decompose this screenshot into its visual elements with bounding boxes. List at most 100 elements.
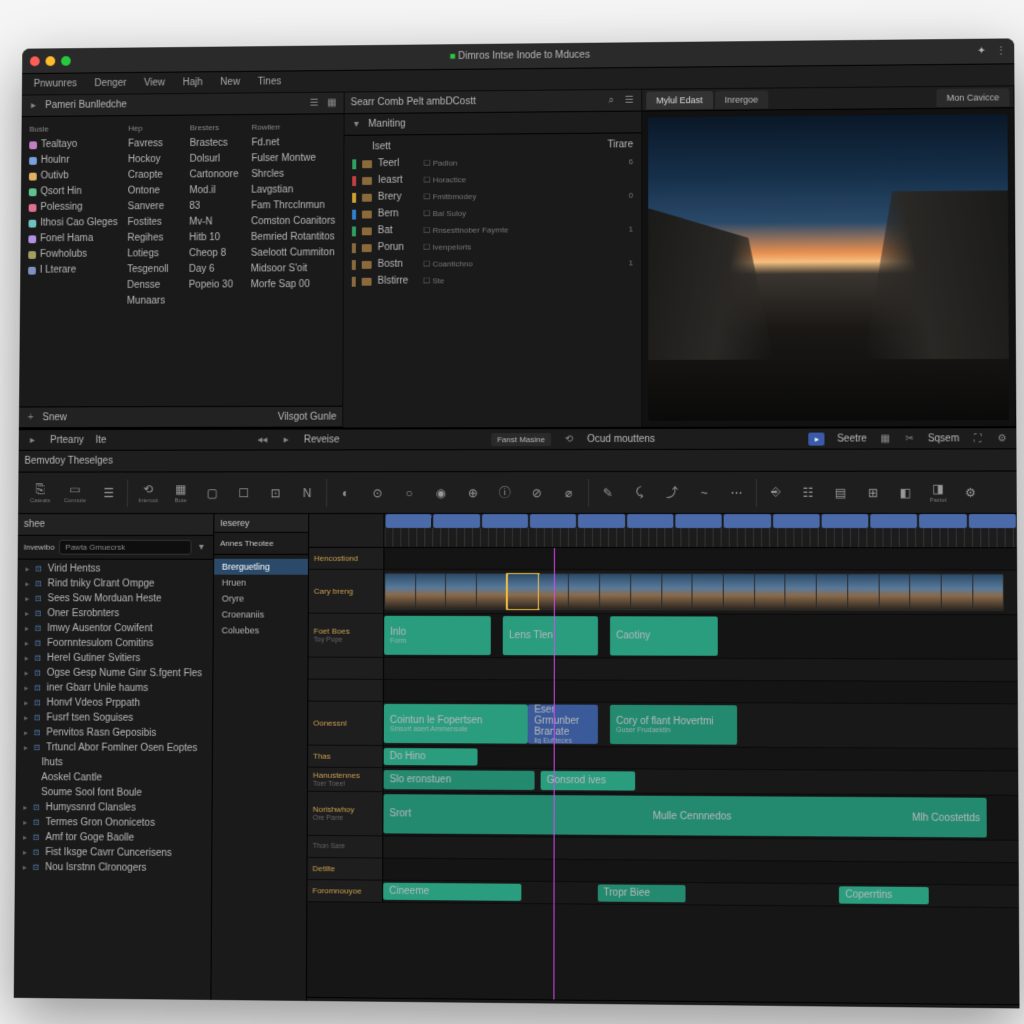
browser-item[interactable]: Fowholubs [24,248,121,261]
browser-item[interactable]: Qsort Hin [25,185,122,198]
tool-button[interactable]: ☐ [231,483,257,503]
project-item[interactable]: Porun☐ Ivenpelorts [348,239,637,256]
browser-item[interactable]: Brastecs [186,137,246,150]
search-input[interactable]: Pawta Gmuecrsk [58,540,191,555]
browser-item[interactable]: Fonel Hama [24,232,121,245]
browser-item[interactable]: Midsoor S'oit [247,262,339,275]
track-header[interactable] [308,658,384,679]
browser-item[interactable]: Hockoy [124,153,184,166]
browser-item[interactable]: Lotiegs [123,247,183,260]
browser-item[interactable]: Popeio 30 [185,278,245,291]
browser-item[interactable]: Ontone [124,184,184,197]
timeline-marker[interactable] [821,514,868,528]
tool-button[interactable]: ☷ [795,482,821,502]
effect-item[interactable]: ▸⊡Oner Esrobnters [17,606,213,621]
effect-item[interactable]: Soume Sool font Boule [16,785,212,801]
timeline-clip[interactable]: Lens Tlen [503,616,597,655]
tool-button[interactable]: ⓘ [492,483,518,503]
track-lane[interactable]: InloForm Lens Tlen Caotiny [384,614,1018,659]
chevron-down-icon[interactable]: ▾ [195,541,207,553]
bell-icon[interactable]: ✦ [977,46,986,57]
preview-monitor[interactable] [648,114,1009,421]
track-lane[interactable] [384,658,1018,681]
browser-item[interactable]: Polessing [25,200,122,213]
effect-item[interactable]: Ihuts [16,755,212,771]
browser-item[interactable]: Ithosi Cao Gleges [25,216,122,229]
project-item[interactable]: Bat☐ Rnsesttnober Faymte1 [348,222,637,239]
effect-item[interactable]: ▸⊡iner Gbarr Unile haums [16,681,212,697]
timeline-clip[interactable]: Coperrtins [839,886,929,904]
effect-item[interactable]: ▸⊡Humyssnrd Clansles [15,800,211,816]
project-item[interactable]: Bostn☐ Coantichno1 [348,255,637,271]
viewer-tab[interactable]: Inrergoe [715,90,769,108]
tool-button[interactable]: ◐ [333,483,359,503]
menu-item[interactable]: Tines [258,76,282,87]
browser-item[interactable]: Bemried Rotantitos [247,231,339,244]
browser-item[interactable]: Comston Coanitors [247,215,339,228]
footer-tab[interactable]: Anoted Tinlls [16,1002,79,1009]
project-item[interactable]: Brery☐ Fmitbmodey0 [348,188,637,205]
project-item[interactable]: Blstirre☐ Ste [348,272,637,288]
traffic-min[interactable] [45,56,55,66]
tool-button[interactable]: ✎ [595,482,621,502]
effect-item[interactable]: ▸⊡Sees Sow Morduan Heste [17,591,213,606]
traffic-max[interactable] [61,56,71,66]
browser-item[interactable]: Regihes [123,231,183,244]
property-item[interactable]: Coluebes [214,622,308,638]
effect-item[interactable]: ▸⊡Nou Isrstnn Clronogers [15,860,211,877]
property-item[interactable]: Brerguetling [214,559,308,575]
effect-item[interactable]: ▸⊡Imwy Ausentor Cowifent [17,621,213,636]
timeline-clip[interactable]: Cineeme [383,883,521,901]
tool-button[interactable]: ◉ [428,483,454,503]
tool-button[interactable]: ▤ [827,482,853,502]
track-header[interactable]: Oonessnl [308,702,384,745]
play-icon[interactable]: ▸ [280,434,292,446]
browser-item[interactable]: Shrcles [247,167,339,180]
timeline-marker[interactable] [578,514,624,528]
tool-button[interactable]: ☰ [96,483,122,503]
menu-icon[interactable]: ⋮ [996,45,1006,56]
track-header[interactable]: Thas [308,746,384,767]
tool-button[interactable]: ⊕ [460,483,486,503]
track-header[interactable]: Foromnouyoe [307,880,383,902]
effect-item[interactable]: ▸⊡Trtuncl Abor Fomlner Osen Eoptes [16,740,212,756]
browser-item[interactable]: Saeloott Cummiton [247,246,339,259]
tool-button[interactable]: ⌀ [556,482,582,502]
tool-button[interactable]: ⊘ [524,483,550,503]
browser-item[interactable]: 83 [185,200,245,213]
effect-item[interactable]: ▸⊡Virid Hentss [18,562,214,577]
track-lane[interactable]: Cointun le FopertsenSinsort asert Ammens… [384,702,1018,748]
browser-item[interactable]: Morfe Sap 00 [247,278,339,291]
timeline-marker[interactable] [773,514,820,528]
timeline-clip[interactable]: Cory of flant HovertmiGuser Frudaektin [610,705,737,745]
timeline-clip[interactable]: Do Hino [384,748,478,766]
effect-item[interactable]: ▸⊡Ogse Gesp Nume Ginr S.fgent Fles [17,666,213,682]
timeline-clip[interactable]: Caotiny [610,616,718,656]
property-item[interactable]: Croenaniis [214,606,308,622]
tool-button[interactable]: ⟲Interuot [134,479,162,506]
track-header[interactable]: Hencostiond [309,548,384,569]
timeline-marker[interactable] [434,514,480,528]
project-item[interactable]: Bern☐ Bal Suloy [348,205,637,222]
tool-button[interactable]: ⊡ [263,483,289,503]
tool-button[interactable]: ⚙ [957,482,984,502]
track-lane[interactable]: SrortMulle CennnedosMlh Coostettds [383,792,1018,840]
timeline-clip[interactable]: InloForm [384,616,491,655]
browser-item[interactable]: Outivb [25,169,122,182]
tool-button[interactable]: ▭Connute [60,479,90,506]
timeline-marker[interactable] [385,514,431,528]
timeline-marker[interactable] [675,514,722,528]
effect-item[interactable]: ▸⊡Foornntesulom Comitins [17,636,213,651]
browser-item[interactable]: Dolsurl [186,152,246,165]
tool-button[interactable]: ▦Bute [168,479,194,506]
track-lane[interactable]: Slo eronstuenGonsrod ives [384,768,1019,795]
timeline-clip[interactable]: Gonsrod ives [541,771,636,791]
effect-item[interactable]: ▸⊡Herel Gutiner Svitiers [17,651,213,667]
expand-icon[interactable]: ⛶ [972,432,984,444]
tool-button[interactable]: N [294,483,320,503]
grid-icon[interactable]: ▦ [879,432,891,444]
traffic-close[interactable] [30,56,40,66]
property-item[interactable]: Oryre [214,591,308,607]
timeline-marker[interactable] [870,514,917,528]
track-header[interactable]: Foet BoesToy Pupe [309,614,385,657]
